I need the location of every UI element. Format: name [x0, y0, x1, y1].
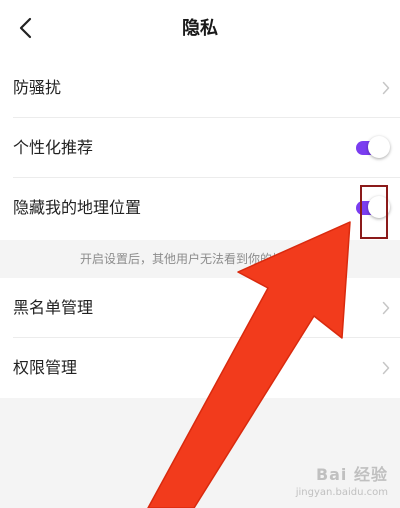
chevron-right-icon — [382, 81, 390, 95]
anti-harassment-label: 防骚扰 — [13, 78, 62, 97]
hide-location-label: 隐藏我的地理位置 — [13, 198, 142, 217]
toggle-knob — [368, 196, 390, 218]
anti-harassment-row[interactable]: 防骚扰 — [0, 58, 400, 118]
permissions-label: 权限管理 — [13, 358, 78, 377]
personalized-recommendation-label: 个性化推荐 — [13, 138, 94, 157]
chevron-right-icon — [382, 301, 390, 315]
hide-location-toggle[interactable] — [356, 196, 390, 220]
privacy-settings-group: 防骚扰 个性化推荐 隐藏我的地理位置 — [0, 58, 400, 240]
hide-location-row: 隐藏我的地理位置 — [0, 178, 400, 238]
blacklist-label: 黑名单管理 — [13, 298, 94, 317]
hide-location-hint: 开启设置后，其他用户无法看到你的地理位置 — [79, 252, 320, 266]
management-group: 黑名单管理 权限管理 — [0, 278, 400, 398]
navigation-bar: 隐私 — [0, 0, 400, 58]
personalized-recommendation-row: 个性化推荐 — [0, 118, 400, 178]
personalized-recommendation-toggle[interactable] — [356, 136, 390, 160]
toggle-knob — [368, 136, 390, 158]
permissions-row[interactable]: 权限管理 — [0, 338, 400, 398]
watermark-main: Bai 经验 — [315, 465, 388, 484]
watermark: Bai 经验 jingyan.baidu.com — [296, 461, 388, 498]
chevron-right-icon — [382, 361, 390, 375]
chevron-left-icon — [19, 17, 32, 39]
blacklist-row[interactable]: 黑名单管理 — [0, 278, 400, 338]
back-button[interactable] — [8, 11, 42, 45]
page-title: 隐私 — [182, 18, 218, 39]
watermark-sub: jingyan.baidu.com — [295, 487, 388, 498]
